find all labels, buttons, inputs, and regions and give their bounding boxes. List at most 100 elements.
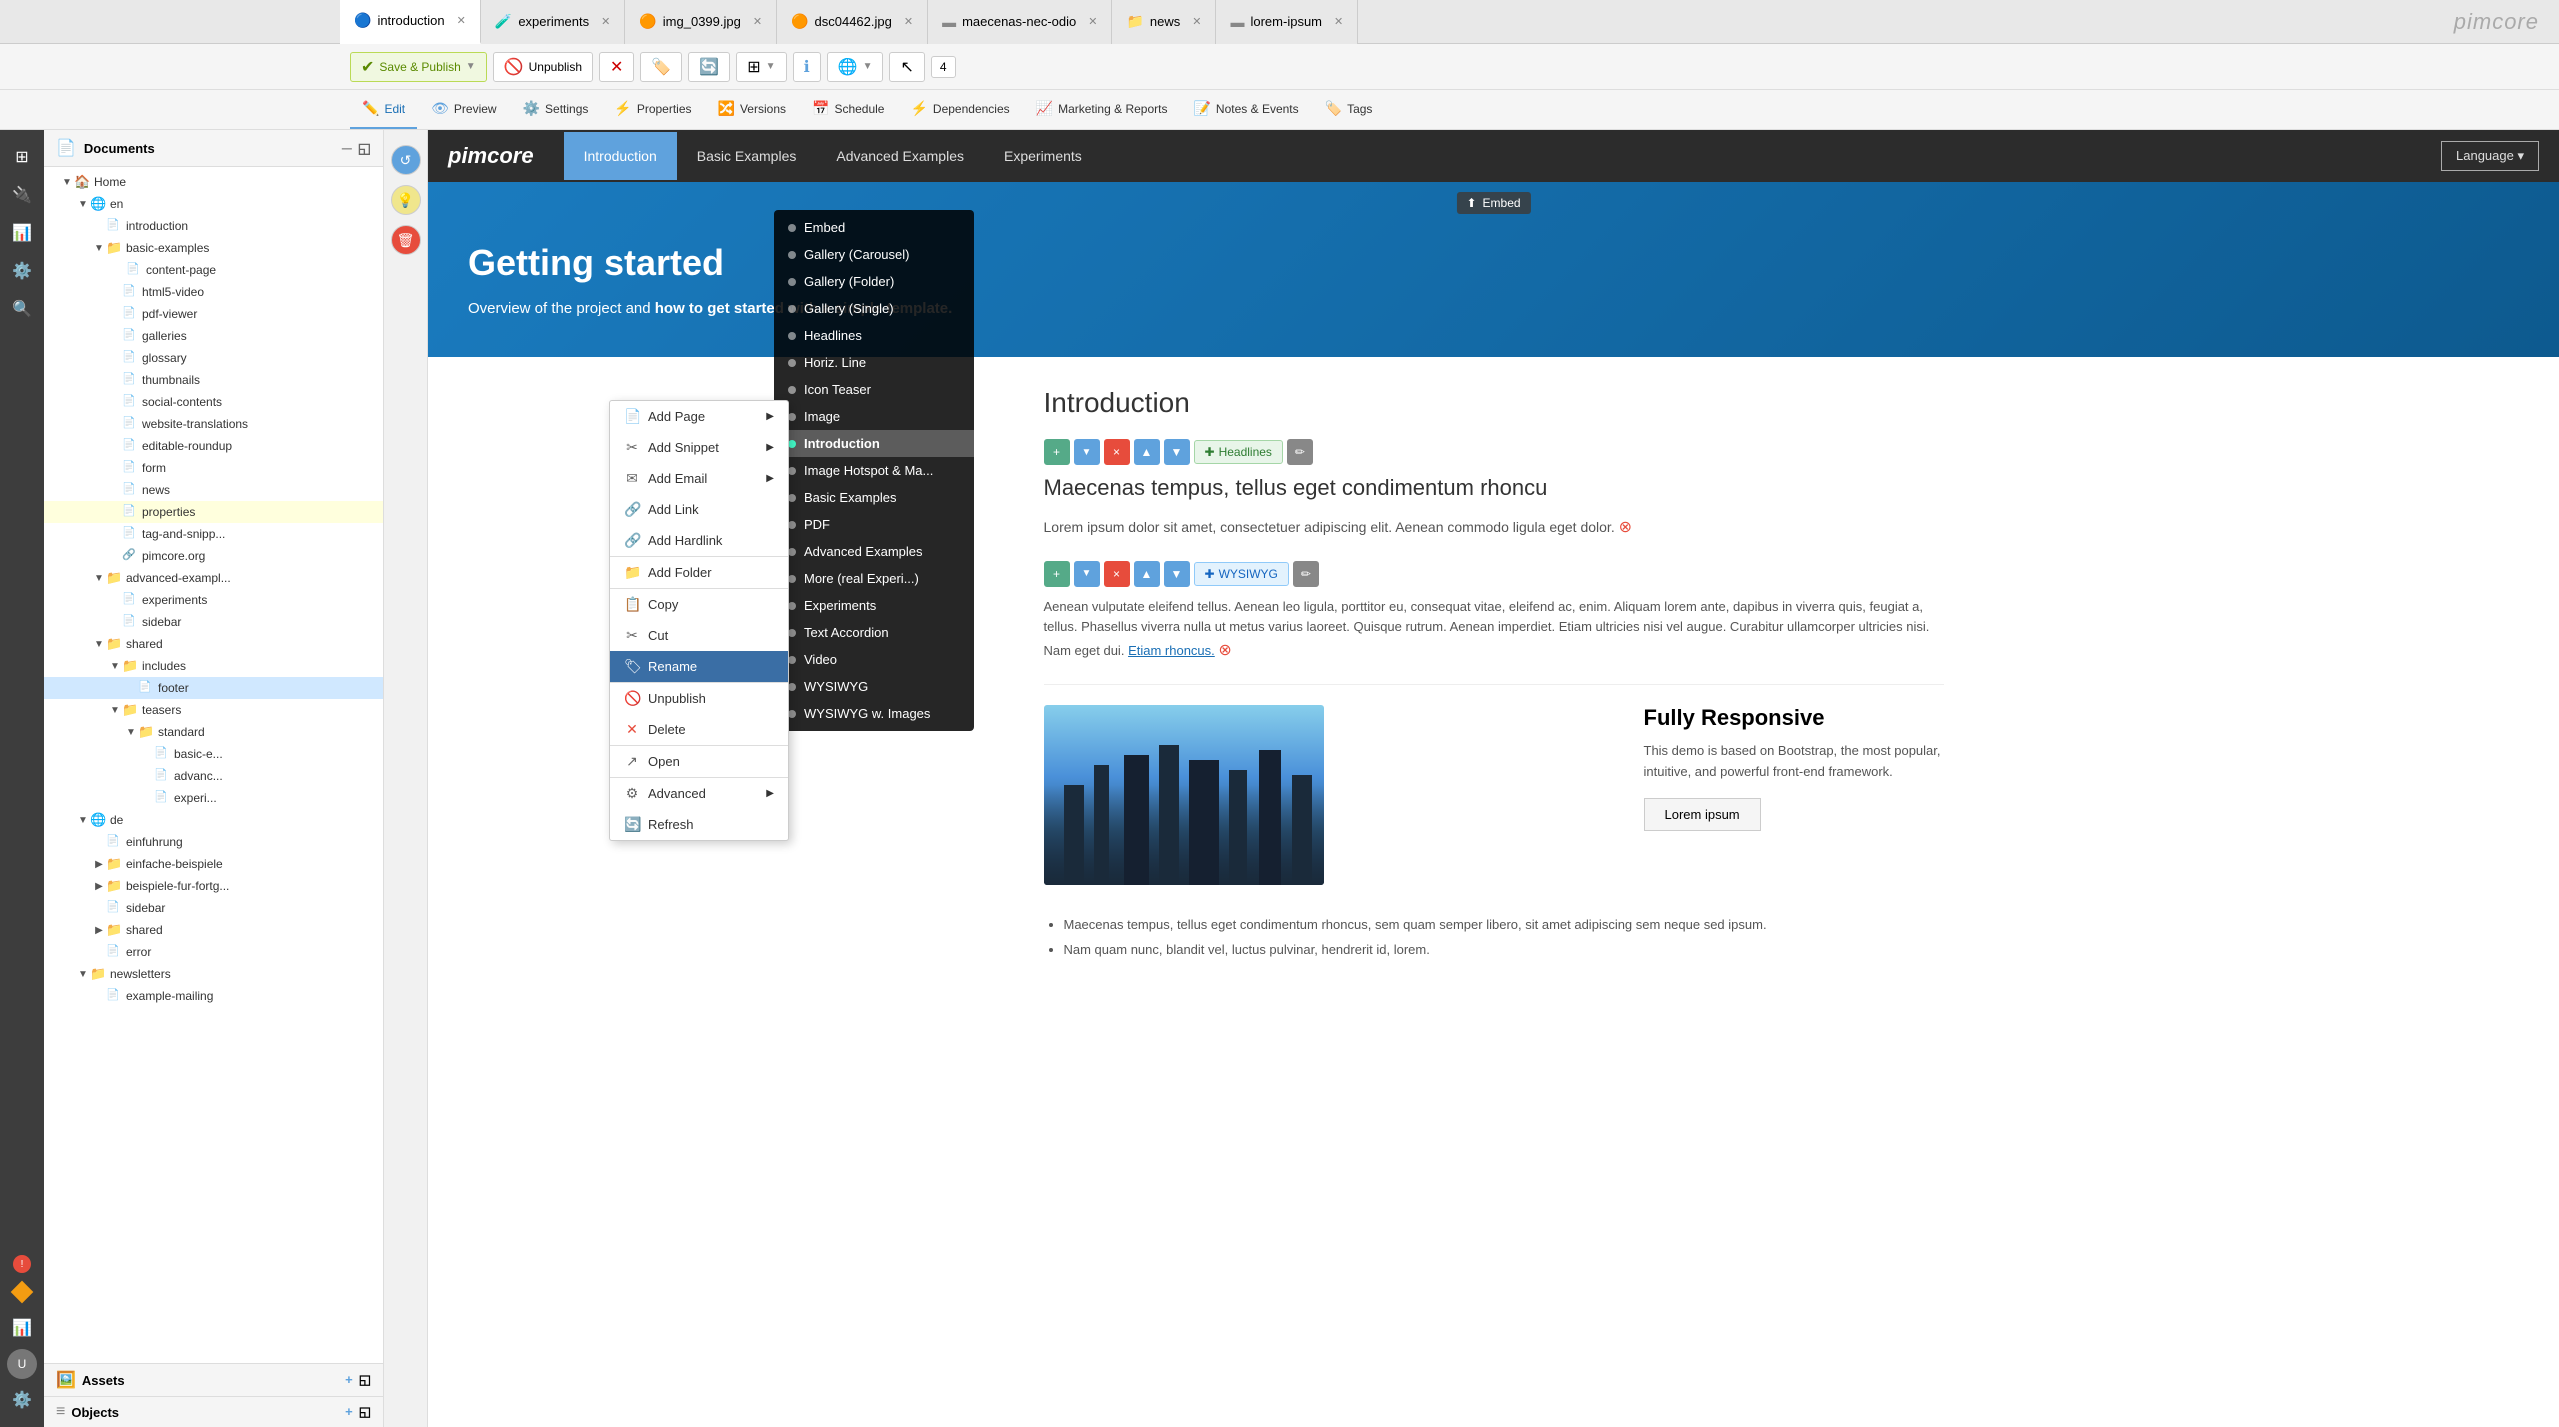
ctx-cut[interactable]: ✂ Cut	[610, 620, 788, 651]
tree-toggle-en[interactable]: ▼	[76, 199, 90, 210]
cursor-button[interactable]: ↖	[889, 52, 924, 82]
tool-horiz-line[interactable]: Horiz. Line	[774, 349, 974, 376]
refresh-tool-btn[interactable]: ↺	[391, 145, 421, 175]
tab-news[interactable]: 📁 news ✕	[1112, 0, 1216, 44]
tree-item-teasers[interactable]: ▼ 📁 teasers	[44, 699, 383, 721]
tree-item-form[interactable]: 📄 form	[44, 457, 383, 479]
tool-wysiwyg-images[interactable]: WYSIWYG w. Images	[774, 700, 974, 727]
tool-basic-examples[interactable]: Basic Examples	[774, 484, 974, 511]
tree-item-einfache[interactable]: ▶ 📁 einfache-beispiele	[44, 853, 383, 875]
tool-gallery-single[interactable]: Gallery (Single)	[774, 295, 974, 322]
tree-item-sidebar-de[interactable]: 📄 sidebar	[44, 897, 383, 919]
nav-config-icon[interactable]: ⚙️	[5, 1383, 39, 1417]
tool-video[interactable]: Video	[774, 646, 974, 673]
avatar[interactable]: U	[7, 1349, 37, 1379]
ctx-rename[interactable]: 🏷 Rename	[610, 651, 788, 682]
edit-tab[interactable]: ✏️ Edit	[350, 91, 417, 129]
tree-item-pimcore-org[interactable]: 🔗 pimcore.org	[44, 545, 383, 567]
tool-image-hotspot[interactable]: Image Hotspot & Ma...	[774, 457, 974, 484]
nav-bar-chart-icon[interactable]: 📊	[5, 1311, 39, 1345]
tags-tab[interactable]: 🏷️ Tags	[1313, 91, 1385, 129]
tool-advanced-examples[interactable]: Advanced Examples	[774, 538, 974, 565]
ctx-add-hardlink[interactable]: 🔗 Add Hardlink	[610, 525, 788, 556]
dependencies-tab[interactable]: ⚡ Dependencies	[898, 91, 1021, 129]
tree-toggle-home[interactable]: ▼	[60, 177, 74, 188]
tree-item-advanc[interactable]: 📄 advanc...	[44, 765, 383, 787]
tool-gallery-folder[interactable]: Gallery (Folder)	[774, 268, 974, 295]
sidebar-objects[interactable]: ≡ Objects + ◱	[44, 1396, 383, 1427]
nav-search-icon[interactable]: 🔍	[5, 292, 39, 326]
versions-tab[interactable]: 🔀 Versions	[706, 91, 798, 129]
tree-item-tag-snipp[interactable]: 📄 tag-and-snipp...	[44, 523, 383, 545]
move-down-btn[interactable]: ▼	[1164, 439, 1190, 465]
sidebar-expand-icon[interactable]: ◱	[358, 140, 371, 157]
tree-toggle-newsletters[interactable]: ▼	[76, 969, 90, 980]
tree-item-standard[interactable]: ▼ 📁 standard	[44, 721, 383, 743]
tool-image[interactable]: Image	[774, 403, 974, 430]
tree-item-de[interactable]: ▼ 🌐 de	[44, 809, 383, 831]
tree-item-basic-examples[interactable]: ▼ 📁 basic-examples	[44, 237, 383, 259]
nav-gear-icon[interactable]: ⚙️	[5, 254, 39, 288]
tab-maecenas[interactable]: ▬ maecenas-nec-odio ✕	[928, 0, 1112, 44]
nav-item-experiments[interactable]: Experiments	[984, 132, 1102, 180]
diamond-icon[interactable]	[7, 1277, 37, 1307]
tree-item-content-page[interactable]: 📄 content-page	[44, 259, 383, 281]
tree-item-shared[interactable]: ▼ 📁 shared	[44, 633, 383, 655]
tree-item-includes[interactable]: ▼ 📁 includes	[44, 655, 383, 677]
ctx-add-email[interactable]: ✉ Add Email ▶	[610, 463, 788, 494]
unpublish-button[interactable]: 🚫 Unpublish	[493, 52, 593, 82]
ctx-add-link[interactable]: 🔗 Add Link	[610, 494, 788, 525]
lightbulb-tool-btn[interactable]: 💡	[391, 185, 421, 215]
objects-add-icon[interactable]: +	[345, 1404, 353, 1420]
wysiwyg-label-btn[interactable]: ✚ WYSIWYG	[1194, 562, 1289, 586]
assets-add-icon[interactable]: +	[345, 1372, 353, 1388]
tree-item-footer[interactable]: 📄 footer	[44, 677, 383, 699]
tree-item-home[interactable]: ▼ 🏠 Home	[44, 171, 383, 193]
tree-item-sidebar-adv[interactable]: 📄 sidebar	[44, 611, 383, 633]
nav-chart-icon[interactable]: 📊	[5, 216, 39, 250]
delete-button[interactable]: ✕	[599, 52, 634, 82]
tool-embed[interactable]: Embed	[774, 214, 974, 241]
tab-maecenas-close[interactable]: ✕	[1088, 15, 1097, 28]
wysiwyg-remove-btn[interactable]: ×	[1104, 561, 1130, 587]
ctx-open[interactable]: ↗ Open	[610, 745, 788, 777]
tab-introduction[interactable]: 🔵 introduction ✕	[340, 0, 481, 44]
tree-item-beispiele[interactable]: ▶ 📁 beispiele-fur-fortg...	[44, 875, 383, 897]
tab-introduction-close[interactable]: ✕	[457, 14, 466, 27]
ctx-refresh[interactable]: 🔄 Refresh	[610, 809, 788, 840]
tree-item-error[interactable]: 📄 error	[44, 941, 383, 963]
tree-item-basic-e[interactable]: 📄 basic-e...	[44, 743, 383, 765]
assets-expand-icon[interactable]: ◱	[359, 1372, 371, 1388]
headlines-label-btn[interactable]: ✚ Headlines	[1194, 440, 1283, 464]
tree-toggle-standard[interactable]: ▼	[124, 727, 138, 738]
tab-dsc04462-close[interactable]: ✕	[904, 15, 913, 28]
tree-item-experiments[interactable]: 📄 experiments	[44, 589, 383, 611]
sidebar-collapse-icon[interactable]: ─	[342, 140, 352, 157]
edit-pencil-btn[interactable]: ✏	[1287, 439, 1313, 465]
tree-item-introduction[interactable]: 📄 introduction	[44, 215, 383, 237]
preview-tab[interactable]: 👁 Preview	[419, 91, 508, 129]
notes-tab[interactable]: 📝 Notes & Events	[1181, 91, 1310, 129]
lorem-ipsum-button[interactable]: Lorem ipsum	[1644, 798, 1761, 831]
ctx-add-page[interactable]: 📄 Add Page ▶	[610, 401, 788, 432]
refresh-circle-button[interactable]: 🔄	[688, 52, 730, 82]
tab-experiments[interactable]: 🧪 experiments ✕	[481, 0, 625, 44]
properties-tab[interactable]: ⚡ Properties	[602, 91, 703, 129]
tree-item-example-mailing[interactable]: 📄 example-mailing	[44, 985, 383, 1007]
ctx-copy[interactable]: 📋 Copy	[610, 588, 788, 620]
objects-expand-icon[interactable]: ◱	[359, 1404, 371, 1420]
layout-button[interactable]: ⊞ ▼	[736, 52, 786, 82]
tree-item-experi[interactable]: 📄 experi...	[44, 787, 383, 809]
wysiwyg-link[interactable]: Etiam rhoncus.	[1128, 643, 1215, 658]
tool-more-experi[interactable]: More (real Experi...)	[774, 565, 974, 592]
nav-item-basic[interactable]: Basic Examples	[677, 132, 817, 180]
tool-wysiwyg[interactable]: WYSIWYG	[774, 673, 974, 700]
tree-item-html5-video[interactable]: 📄 html5-video	[44, 281, 383, 303]
language-button[interactable]: Language ▾	[2441, 141, 2539, 171]
trash-tool-btn[interactable]: 🗑	[391, 225, 421, 255]
tree-toggle-shared[interactable]: ▼	[92, 639, 106, 650]
nav-grid-icon[interactable]: ⊞	[5, 140, 39, 174]
tree-toggle-includes[interactable]: ▼	[108, 661, 122, 672]
settings-tab[interactable]: ⚙️ Settings	[511, 91, 601, 129]
tool-headlines[interactable]: Headlines	[774, 322, 974, 349]
